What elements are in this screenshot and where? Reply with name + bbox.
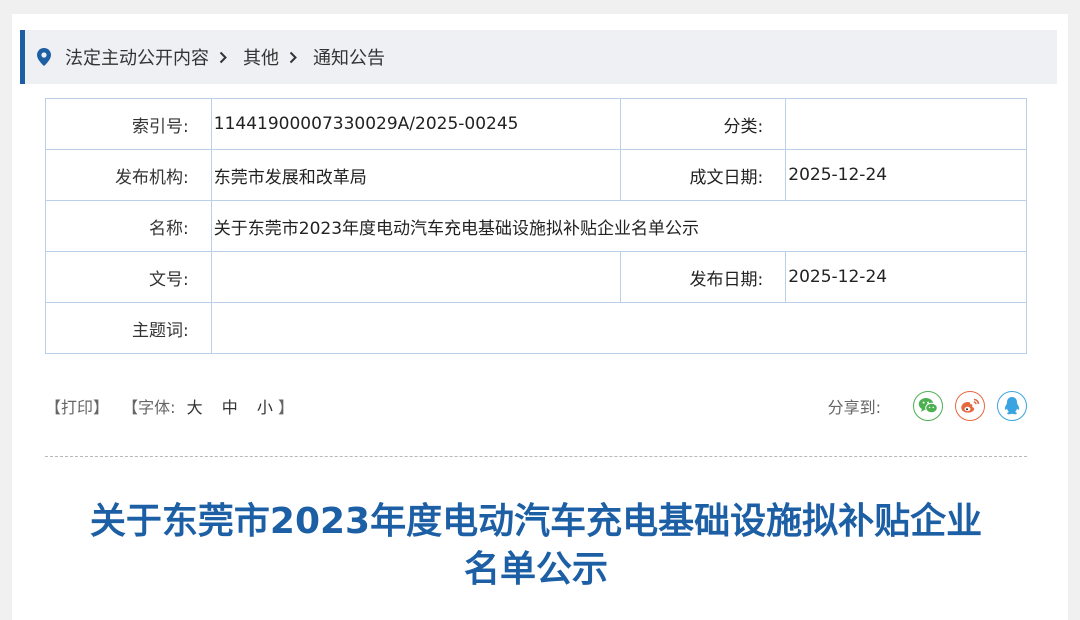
index-value: 11441900007330029A/2025-00245	[210, 98, 621, 150]
page-container: 法定主动公开内容 其他 通知公告 索引号: 11441900007330029A…	[12, 14, 1068, 620]
article-title-line-1: 关于东莞市2023年度电动汽车充电基础设施拟补贴企业	[89, 501, 983, 542]
qq-icon[interactable]	[997, 391, 1027, 421]
publish-date-value: 2025-12-24	[785, 251, 1027, 303]
divider	[45, 456, 1027, 457]
category-label: 分类:	[619, 98, 787, 150]
article-title-line-2: 名单公示	[463, 549, 608, 590]
index-label: 索引号:	[45, 98, 212, 150]
print-link[interactable]: 【打印】	[45, 398, 109, 417]
keywords-value	[210, 302, 1028, 354]
article-title: 关于东莞市2023年度电动汽车充电基础设施拟补贴企业 名单公示	[45, 498, 1027, 594]
publisher-value: 东莞市发展和改革局	[210, 149, 621, 201]
publisher-label: 发布机构:	[45, 149, 212, 201]
font-small-link[interactable]: 小	[257, 398, 273, 417]
weibo-icon[interactable]	[955, 391, 985, 421]
chevron-right-icon	[289, 51, 297, 64]
name-value: 关于东莞市2023年度电动汽车充电基础设施拟补贴企业名单公示	[210, 200, 1028, 252]
publish-date-label: 发布日期:	[619, 251, 787, 303]
written-date-value: 2025-12-24	[785, 149, 1027, 201]
font-medium-link[interactable]: 中	[222, 398, 238, 417]
table-row: 发布机构: 东莞市发展和改革局 成文日期: 2025-12-24	[45, 149, 1027, 201]
chevron-right-icon	[219, 51, 227, 64]
breadcrumb-item-other[interactable]: 其他	[243, 44, 279, 70]
written-date-label: 成文日期:	[619, 149, 787, 201]
font-size-suffix: 】	[277, 398, 294, 417]
breadcrumb: 法定主动公开内容 其他 通知公告	[20, 30, 1057, 84]
document-info-table: 索引号: 11441900007330029A/2025-00245 分类: 发…	[45, 98, 1028, 354]
article-toolbar: 【打印】 【字体: 大 中 小 】 分享到:	[45, 384, 1027, 428]
category-value	[785, 98, 1027, 150]
keywords-label: 主题词:	[45, 302, 212, 354]
print-font-controls: 【打印】 【字体: 大 中 小 】	[45, 394, 294, 418]
doc-number-value	[210, 251, 621, 303]
breadcrumb-item-statutory[interactable]: 法定主动公开内容	[65, 44, 209, 70]
share-bar: 分享到:	[828, 391, 1027, 421]
font-size-prefix: 【字体:	[122, 398, 176, 417]
table-row: 主题词:	[45, 302, 1028, 354]
wechat-icon[interactable]	[913, 391, 943, 421]
share-label: 分享到:	[827, 398, 881, 417]
name-label: 名称:	[45, 200, 212, 252]
location-pin-icon	[37, 48, 51, 66]
table-row: 文号: 发布日期: 2025-12-24	[45, 251, 1027, 303]
font-large-link[interactable]: 大	[187, 398, 203, 417]
breadcrumb-item-notices[interactable]: 通知公告	[313, 44, 385, 70]
doc-number-label: 文号:	[45, 251, 212, 303]
table-row: 名称: 关于东莞市2023年度电动汽车充电基础设施拟补贴企业名单公示	[45, 200, 1028, 252]
table-row: 索引号: 11441900007330029A/2025-00245 分类:	[45, 98, 1027, 150]
